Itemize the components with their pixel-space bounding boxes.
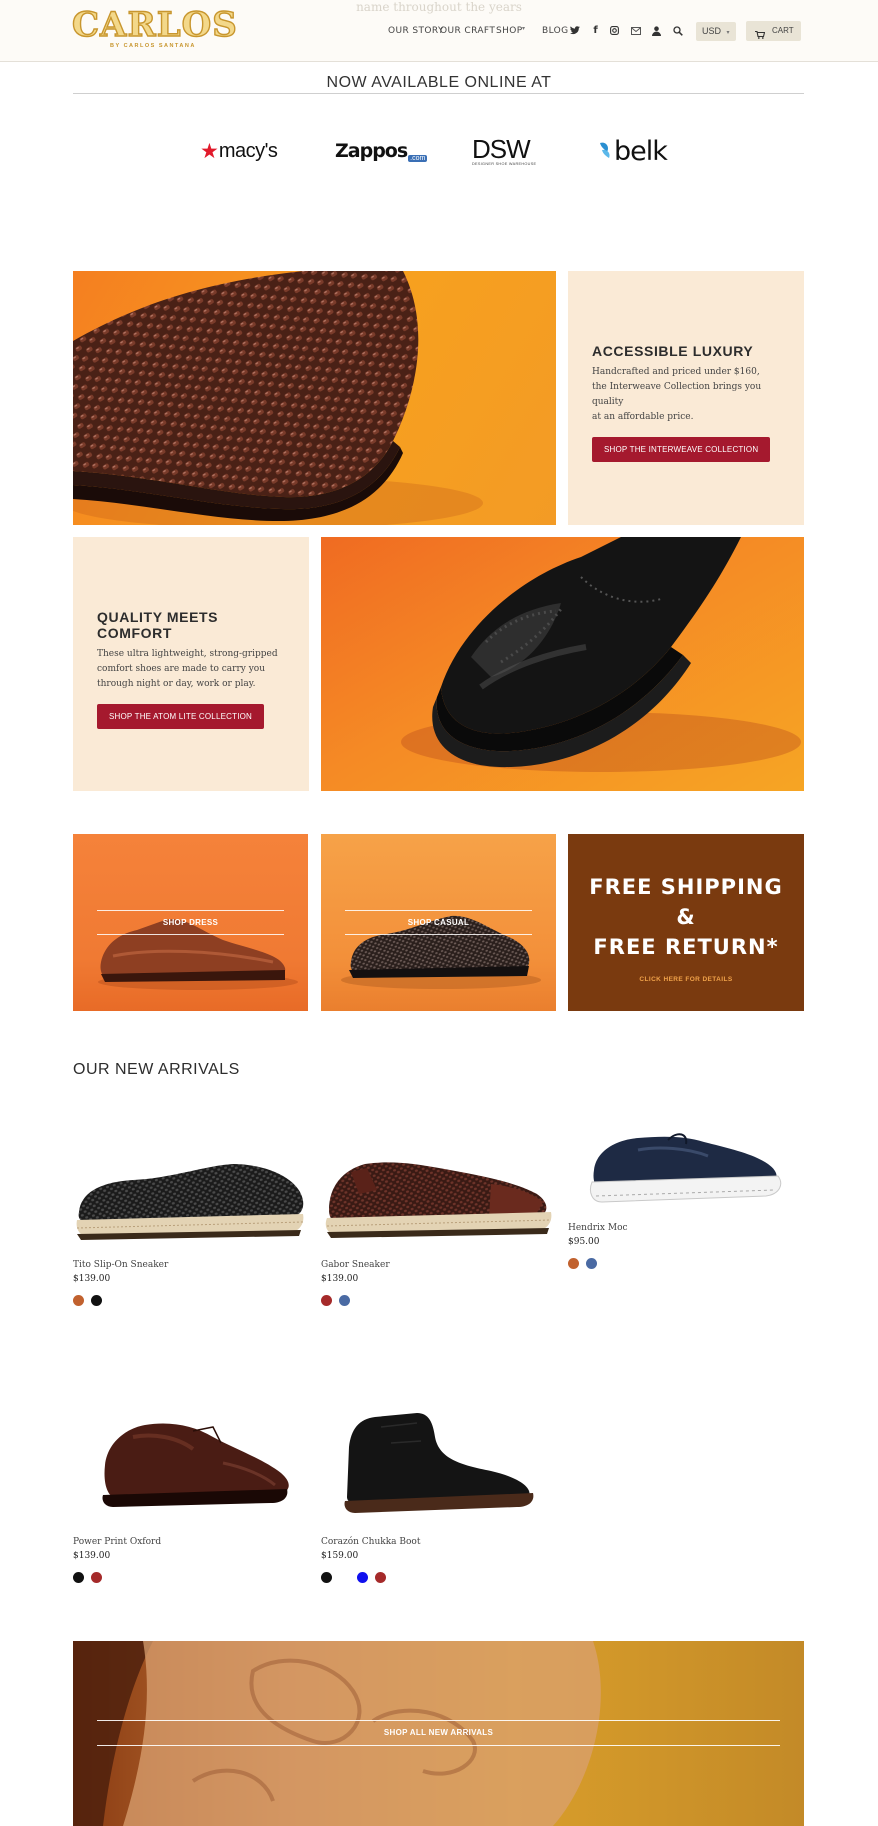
swatch-black[interactable] bbox=[321, 1572, 332, 1583]
interweave-image[interactable] bbox=[73, 271, 556, 525]
swatch-blue[interactable] bbox=[339, 1295, 350, 1306]
product-card[interactable]: Corazón Chukka Boot $159.00 bbox=[321, 1397, 561, 1583]
product-name[interactable]: Gabor Sneaker bbox=[321, 1260, 561, 1270]
color-swatches bbox=[321, 1295, 561, 1306]
shipping-details-link[interactable]: CLICK HERE FOR DETAILS bbox=[568, 976, 804, 983]
shop-casual-tile[interactable]: SHOP CASUAL bbox=[321, 834, 556, 1011]
instagram-icon[interactable] bbox=[609, 25, 620, 36]
black-wingtip-illustration bbox=[401, 537, 801, 772]
nav-our-craft[interactable]: OUR CRAFT bbox=[440, 26, 495, 36]
cart-label: CART bbox=[772, 26, 794, 35]
account-icon[interactable] bbox=[651, 25, 662, 36]
product-card[interactable]: Gabor Sneaker $139.00 bbox=[321, 1120, 561, 1306]
product-name[interactable]: Power Print Oxford bbox=[73, 1537, 313, 1547]
retailers-divider bbox=[73, 93, 804, 94]
shop-dress-label: SHOP DRESS bbox=[97, 910, 284, 935]
carlos-logo[interactable]: CARLOS BY CARLOS SANTANA bbox=[71, 5, 238, 54]
swatch-red[interactable] bbox=[375, 1572, 386, 1583]
retailers-title: NOW AVAILABLE ONLINE AT bbox=[326, 74, 552, 91]
promo-description: These ultra lightweight, strong-gripped … bbox=[97, 649, 278, 689]
product-image[interactable] bbox=[321, 1397, 561, 1537]
chevron-down-icon: ▾ bbox=[726, 30, 730, 36]
swatch-blue[interactable] bbox=[357, 1572, 368, 1583]
shop-dress-tile[interactable]: SHOP DRESS bbox=[73, 834, 308, 1011]
shop-dropdown-icon: ▾ bbox=[522, 25, 526, 32]
logo-wordmark: CARLOS bbox=[71, 5, 238, 45]
macys-logo[interactable]: ★ macy's bbox=[200, 133, 278, 169]
product-image[interactable] bbox=[568, 1120, 808, 1260]
shop-atom-lite-button[interactable]: SHOP THE ATOM LITE COLLECTION bbox=[97, 704, 265, 729]
site-header: name throughout the years CARLOS BY CARL… bbox=[0, 0, 878, 62]
cart-button[interactable]: CART bbox=[746, 21, 801, 41]
accessible-luxury-panel: ACCESSIBLE LUXURY Handcrafted and priced… bbox=[568, 271, 804, 525]
new-arrivals-banner[interactable]: SHOP ALL NEW ARRIVALS bbox=[73, 1641, 804, 1826]
swatch-brown[interactable] bbox=[73, 1295, 84, 1306]
tito-sneaker-illustration bbox=[76, 1164, 304, 1240]
product-price: $139.00 bbox=[73, 1274, 111, 1284]
zappos-logo[interactable]: Zappos .com bbox=[335, 133, 428, 169]
product-price: $139.00 bbox=[73, 1551, 111, 1561]
facebook-icon[interactable]: f bbox=[590, 25, 601, 36]
product-card[interactable]: Power Print Oxford $139.00 bbox=[73, 1397, 313, 1583]
currency-value: USD bbox=[702, 26, 722, 36]
hendrix-moc-illustration bbox=[589, 1133, 782, 1203]
gabor-sneaker-illustration bbox=[325, 1162, 552, 1238]
swatch-white[interactable] bbox=[339, 1572, 350, 1583]
promo-title: ACCESSIBLE LUXURY bbox=[592, 343, 754, 359]
product-image[interactable] bbox=[321, 1120, 561, 1260]
free-return-heading: FREE RETURN* bbox=[593, 935, 779, 959]
dsw-logo[interactable]: DSW DESIGNER SHOE WAREHOUSE bbox=[472, 133, 536, 169]
shop-casual-label: SHOP CASUAL bbox=[345, 910, 532, 935]
woven-shoe-illustration bbox=[73, 271, 483, 525]
promo-title: QUALITY MEETS COMFORT bbox=[97, 609, 219, 641]
product-card[interactable]: Hendrix Moc $95.00 bbox=[568, 1120, 804, 1269]
power-print-oxford-illustration bbox=[102, 1423, 289, 1507]
mail-icon[interactable] bbox=[630, 25, 641, 36]
currency-selector[interactable]: USD ▾ bbox=[696, 22, 736, 41]
nav-blog[interactable]: BLOG bbox=[542, 26, 569, 36]
promo-description: Handcrafted and priced under $160, the I… bbox=[592, 367, 762, 422]
twitter-icon[interactable] bbox=[569, 25, 580, 36]
swatch-red[interactable] bbox=[91, 1572, 102, 1583]
product-price: $159.00 bbox=[321, 1551, 359, 1561]
nav-shop[interactable]: SHOP bbox=[496, 26, 523, 36]
free-shipping-heading: FREE SHIPPING bbox=[589, 875, 783, 899]
product-name[interactable]: Tito Slip-On Sneaker bbox=[73, 1260, 313, 1270]
product-price: $139.00 bbox=[321, 1274, 359, 1284]
product-image[interactable] bbox=[73, 1397, 313, 1537]
nav-our-story[interactable]: OUR STORY bbox=[388, 26, 444, 36]
swatch-red[interactable] bbox=[321, 1295, 332, 1306]
swatch-black[interactable] bbox=[73, 1572, 84, 1583]
search-icon[interactable] bbox=[672, 25, 683, 36]
shop-interweave-button[interactable]: SHOP THE INTERWEAVE COLLECTION bbox=[592, 437, 771, 462]
free-shipping-tile[interactable]: FREE SHIPPING & FREE RETURN* CLICK HERE … bbox=[568, 834, 804, 1011]
color-swatches bbox=[73, 1295, 313, 1306]
atom-lite-image[interactable] bbox=[321, 537, 804, 791]
quality-comfort-panel: QUALITY MEETS COMFORT These ultra lightw… bbox=[73, 537, 309, 791]
new-arrivals-title: OUR NEW ARRIVALS bbox=[73, 1061, 240, 1078]
product-name[interactable]: Corazón Chukka Boot bbox=[321, 1537, 561, 1547]
belk-logo[interactable]: belk bbox=[598, 133, 668, 169]
color-swatches bbox=[321, 1572, 561, 1583]
cart-icon bbox=[755, 27, 766, 47]
product-card[interactable]: Tito Slip-On Sneaker $139.00 bbox=[73, 1120, 313, 1306]
shop-all-arrivals-label: SHOP ALL NEW ARRIVALS bbox=[97, 1720, 780, 1746]
ampersand-text: & bbox=[676, 905, 696, 929]
color-swatches bbox=[73, 1572, 313, 1583]
corazon-chukka-illustration bbox=[344, 1413, 534, 1513]
product-image[interactable] bbox=[73, 1120, 313, 1260]
macys-star-icon: ★ bbox=[200, 139, 219, 163]
swatch-black[interactable] bbox=[91, 1295, 102, 1306]
